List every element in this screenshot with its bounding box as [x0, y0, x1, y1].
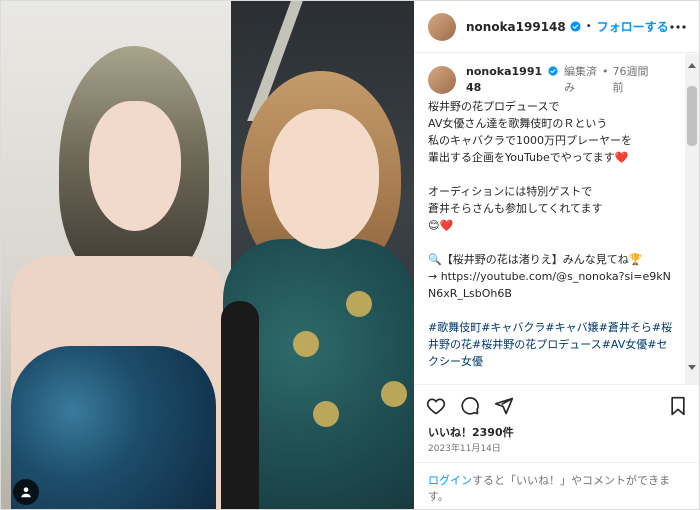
- caption-text: 桜井野の花プロデュースで AV女優さん達を歌舞伎町のＲという 私のキャバクラで1…: [428, 98, 677, 370]
- post-dialog: nonoka199148 • フォローする nonoka199148 編集済み …: [0, 0, 700, 510]
- verified-badge-icon: [548, 66, 558, 76]
- verified-badge-icon: [570, 21, 581, 32]
- person-right-sleeve: [221, 301, 259, 509]
- caption-gap: [428, 302, 677, 319]
- post-photo[interactable]: [1, 1, 414, 509]
- follow-button[interactable]: フォローする: [597, 18, 669, 35]
- scrollbar-thumb[interactable]: [687, 86, 697, 146]
- avatar[interactable]: [428, 12, 456, 41]
- user-tag-icon[interactable]: [13, 479, 39, 505]
- caption-line: 輩出する企画をYouTubeでやってます❤️: [428, 151, 629, 164]
- caption-line: オーディションには特別ゲストで: [428, 185, 593, 198]
- caption-line: 私のキャバクラで1000万円プレーヤーを: [428, 134, 632, 147]
- post-header: nonoka199148 • フォローする: [414, 1, 699, 53]
- person-left-dress: [11, 346, 216, 509]
- caption-header: nonoka199148 編集済み • 76週間前: [428, 64, 677, 96]
- caption-link: → https://youtube.com/@s_nonoka?si=e9kNN…: [428, 270, 671, 300]
- caption-line: 蒼井そらさんも参加してくれてます: [428, 202, 603, 215]
- caption-line: 🔍【桜井野の花は渚りえ】みんな見てね🏆: [428, 253, 643, 266]
- caption-scrollbar[interactable]: [685, 54, 699, 384]
- dress-flower: [346, 291, 372, 317]
- heart-icon[interactable]: [426, 396, 446, 416]
- edited-label: 編集済み: [564, 65, 597, 94]
- caption-line: AV女優さん達を歌舞伎町のＲという: [428, 117, 608, 130]
- header-username[interactable]: nonoka199148: [466, 20, 566, 34]
- dress-flower: [293, 331, 319, 357]
- person-right-face: [269, 109, 379, 249]
- post-date[interactable]: 2023年11月14日: [428, 441, 501, 454]
- scroll-down-arrow-icon[interactable]: [688, 365, 696, 370]
- header-separator: •: [585, 21, 592, 32]
- caption-username[interactable]: nonoka199148: [466, 64, 546, 96]
- caption-time[interactable]: 76週間前: [613, 64, 653, 96]
- post-side-panel: nonoka199148 • フォローする nonoka199148 編集済み …: [414, 1, 699, 509]
- likes-count[interactable]: いいね！2390件: [428, 424, 514, 440]
- caption-hashtags[interactable]: #歌舞伎町#キャバクラ#キャバ嬢#蒼井そら#桜井野の花#桜井野の花プロデュース#…: [428, 319, 677, 370]
- more-options-icon[interactable]: [669, 24, 687, 30]
- caption-gap: [428, 234, 677, 251]
- caption-separator: •: [602, 65, 609, 78]
- comment-icon[interactable]: [460, 396, 480, 416]
- login-prompt: ログインすると「いいね！」やコメントができます。: [414, 462, 699, 509]
- person-left-face: [89, 101, 181, 231]
- share-icon[interactable]: [494, 396, 514, 416]
- caption-line: 桜井野の花プロデュースで: [428, 100, 560, 113]
- caption-area[interactable]: nonoka199148 編集済み • 76週間前 桜井野の花プロデュースで A…: [414, 54, 699, 384]
- scroll-up-arrow-icon[interactable]: [688, 63, 696, 68]
- caption-avatar[interactable]: [428, 66, 456, 94]
- dress-flower: [381, 381, 407, 407]
- dress-flower: [313, 401, 339, 427]
- bookmark-icon[interactable]: [669, 396, 687, 416]
- caption-meta: nonoka199148 編集済み • 76週間前: [466, 64, 666, 96]
- login-link[interactable]: ログイン: [428, 474, 472, 487]
- caption-line: 😊❤️: [428, 219, 454, 232]
- caption-gap: [428, 166, 677, 183]
- action-bar: [414, 384, 699, 426]
